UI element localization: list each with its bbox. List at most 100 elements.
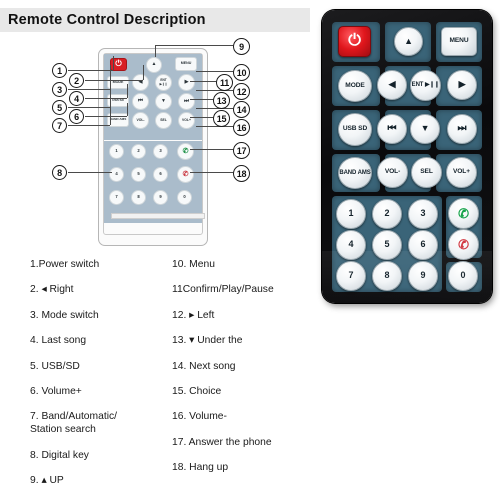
key-hang-up[interactable]: ✆ xyxy=(448,229,479,260)
legend-column-left: 1.Power switch 2. ◂ Right 3. Mode switch… xyxy=(30,258,180,500)
mini-remote-illustration: ⏻ ▲ MENU MODE ◀ ENT ▶❙❙ ▶ USB SD ⏮ ▼ ⏭ B… xyxy=(98,48,208,246)
callout-3: 3 xyxy=(52,82,67,97)
leader-stub-1 xyxy=(113,56,114,70)
leader-line-17 xyxy=(190,149,233,150)
leader-line-3 xyxy=(68,89,110,90)
mini-bottom-strip xyxy=(111,213,205,219)
mini-key-digit-9[interactable]: 9 xyxy=(153,190,168,205)
legend: 1.Power switch 2. ◂ Right 3. Mode switch… xyxy=(0,258,500,500)
legend-item-1: 1.Power switch xyxy=(30,259,100,270)
callout-9: 9 xyxy=(233,38,250,55)
key-band-ams[interactable]: BAND AMS xyxy=(338,157,372,189)
mini-key-digit-8[interactable]: 8 xyxy=(131,190,146,205)
leader-stub-7 xyxy=(110,103,111,125)
callout-7: 7 xyxy=(52,118,67,133)
callout-13: 13 xyxy=(213,92,230,109)
legend-item-18: 18. Hang up xyxy=(172,462,229,474)
key-left[interactable]: ◀ xyxy=(377,70,407,100)
mini-key-hang-up[interactable]: ✆ xyxy=(177,166,194,183)
leader-line-13 xyxy=(190,99,213,100)
key-prev-track[interactable]: ⏮ xyxy=(377,114,407,144)
mini-key-digit-7[interactable]: 7 xyxy=(109,190,124,205)
leader-line-7 xyxy=(68,125,110,126)
mini-key-ent-play-pause[interactable]: ENT ▶❙❙ xyxy=(155,74,172,91)
leader-line-16 xyxy=(196,126,233,127)
mini-key-vol-up[interactable]: VOL+ xyxy=(178,112,195,129)
key-up[interactable]: ▲ xyxy=(394,27,423,56)
callout-14: 14 xyxy=(233,101,250,118)
callout-1: 1 xyxy=(52,63,67,78)
key-right[interactable]: ▶ xyxy=(447,70,477,100)
mini-key-vol-down[interactable]: VOL- xyxy=(132,112,149,129)
key-ent-play-pause[interactable]: ENT ▶❙❙ xyxy=(410,70,441,101)
legend-item-12: 12. ▸ Left xyxy=(172,309,215,321)
legend-item-13: 13. ▾ Under the xyxy=(172,335,243,347)
key-down[interactable]: ▼ xyxy=(410,114,440,144)
legend-item-7: 7. Band/Automatic/ Station search xyxy=(30,411,118,436)
leader-line-10 xyxy=(196,71,233,72)
mini-key-next-track[interactable]: ⏭ xyxy=(178,93,195,110)
legend-item-8: 8. Digital key xyxy=(30,449,89,461)
mini-key-digit-1[interactable]: 1 xyxy=(109,144,124,159)
mini-key-answer-call[interactable]: ✆ xyxy=(177,143,194,160)
legend-item-6: 6. Volume+ xyxy=(30,385,82,397)
mini-key-up[interactable]: ▲ xyxy=(146,57,162,73)
mini-key-digit-0[interactable]: 0 xyxy=(177,190,192,205)
key-vol-down[interactable]: VOL- xyxy=(377,157,408,188)
leader-line-18 xyxy=(190,172,233,173)
mini-key-digit-3[interactable]: 3 xyxy=(153,144,168,159)
key-usb-sd[interactable]: USB SD xyxy=(338,113,372,146)
callout-6: 6 xyxy=(69,109,84,124)
key-vol-up[interactable]: VOL+ xyxy=(446,157,477,188)
mini-key-digit-4[interactable]: 4 xyxy=(109,167,124,182)
mini-key-right[interactable]: ▶ xyxy=(178,74,195,91)
callout-5: 5 xyxy=(52,100,67,115)
legend-item-16: 16. Volume- xyxy=(172,411,227,423)
key-digit-4[interactable]: 4 xyxy=(336,230,366,260)
mini-key-digit-5[interactable]: 5 xyxy=(131,167,146,182)
leader-stub-2 xyxy=(143,65,144,80)
mini-key-sel[interactable]: SEL xyxy=(155,112,172,129)
legend-item-14: 14. Next song xyxy=(172,360,236,372)
key-answer-call[interactable]: ✆ xyxy=(448,198,479,229)
legend-item-10: 10. Menu xyxy=(172,259,215,270)
callout-8: 8 xyxy=(52,165,67,180)
leader-line-14 xyxy=(196,108,233,109)
leader-line-8 xyxy=(68,172,112,173)
key-digit-5[interactable]: 5 xyxy=(372,230,402,260)
legend-item-11: 11Confirm/Play/Pause xyxy=(172,284,274,296)
key-next-track[interactable]: ⏭ xyxy=(447,114,477,144)
key-sel[interactable]: SEL xyxy=(411,157,442,188)
leader-stub-9 xyxy=(155,45,156,57)
mini-key-down[interactable]: ▼ xyxy=(155,93,172,110)
key-digit-3[interactable]: 3 xyxy=(408,199,438,229)
legend-column-right: 10. Menu 11Confirm/Play/Pause 12. ▸ Left… xyxy=(172,258,322,487)
key-digit-1[interactable]: 1 xyxy=(336,199,366,229)
mini-key-digit-6[interactable]: 6 xyxy=(153,167,168,182)
callout-4: 4 xyxy=(69,91,84,106)
key-digit-2[interactable]: 2 xyxy=(372,199,402,229)
callout-16: 16 xyxy=(233,119,250,136)
callout-2: 2 xyxy=(69,73,84,88)
leader-line-5 xyxy=(68,107,110,108)
leader-line-9 xyxy=(155,45,233,46)
mini-key-menu[interactable]: MENU xyxy=(175,57,197,71)
callout-10: 10 xyxy=(233,64,250,81)
key-power[interactable]: ⏻ xyxy=(338,26,371,57)
mini-key-digit-2[interactable]: 2 xyxy=(131,144,146,159)
legend-item-4: 4. Last song xyxy=(30,335,87,347)
mini-key-prev-track[interactable]: ⏮ xyxy=(132,93,149,110)
key-menu[interactable]: MENU xyxy=(441,27,477,56)
remote-callout-diagram: ⏻ ▲ MENU MODE ◀ ENT ▶❙❙ ▶ USB SD ⏮ ▼ ⏭ B… xyxy=(0,32,310,247)
key-digit-6[interactable]: 6 xyxy=(408,230,438,260)
leader-stub-4 xyxy=(127,84,128,98)
page-title: Remote Control Description xyxy=(8,12,206,28)
leader-line-2 xyxy=(85,80,143,81)
mini-key-left[interactable]: ◀ xyxy=(132,74,149,91)
callout-12: 12 xyxy=(233,83,250,100)
legend-item-3: 3. Mode switch xyxy=(30,309,99,321)
key-mode[interactable]: MODE xyxy=(338,70,372,102)
legend-item-2: 2. ◂ Right xyxy=(30,284,74,296)
leader-stub-6 xyxy=(127,103,128,116)
callout-15: 15 xyxy=(213,110,230,127)
